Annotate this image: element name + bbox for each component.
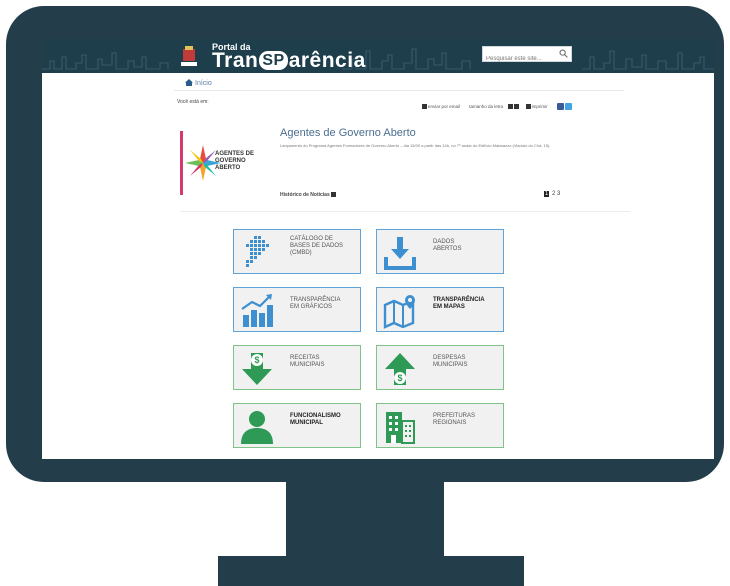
monitor-frame: Portal da TranSParência Início Você está… [6,6,724,482]
sp-badge: SP [259,51,288,70]
tile-label: RECEITAS MUNICIPAIS [290,355,325,368]
page-2[interactable]: 2 [552,191,555,197]
tile-label: DESPESAS MUNICIPAIS [433,355,468,368]
email-link[interactable]: enviar por email [422,104,464,109]
breadcrumb-home[interactable]: Início [185,79,212,87]
tile-transparencia-graficos[interactable]: TRANSPARÊNCIA EM GRÁFICOS [233,287,361,332]
tile-catalogo-bases[interactable]: CATÁLOGO DE BASES DE DADOS (CMBD) [233,229,361,274]
tile-label: CATÁLOGO DE BASES DE DADOS (CMBD) [290,236,344,256]
print-icon [525,104,531,109]
news-pagination: 1 2 3 [544,191,560,197]
tile-transparencia-mapas[interactable]: TRANSPARÊNCIA EM MAPAS [376,287,504,332]
map-dots-icon [246,236,269,267]
browser-screen: Portal da TranSParência Início Você está… [42,39,714,459]
page-3[interactable]: 3 [557,191,560,197]
plus-icon [331,192,337,197]
print-link[interactable]: imprimir [525,104,552,109]
site-header: Portal da Tran SP arência [42,39,714,73]
tile-despesas-municipais[interactable]: $ DESPESAS MUNICIPAIS [376,345,504,390]
page-tools: enviar por email tamanho da letra imprim… [422,103,573,110]
divider [180,211,630,212]
skyline-background [42,48,714,70]
tile-label: DADOS ABERTOS [433,239,462,252]
you-are-here: Você está em: [177,99,209,105]
font-size-control[interactable]: tamanho da letra [469,104,520,109]
page-1[interactable]: 1 [544,191,550,197]
tile-label: TRANSPARÊNCIA EM GRÁFICOS [290,297,341,310]
news-history-link[interactable]: Histórico de Notícias [280,192,337,198]
portal-logo[interactable]: Tran SP arência [212,49,366,73]
person-icon [241,411,273,444]
divider [174,90,624,91]
tile-prefeituras-regionais[interactable]: PREFEITURAS REGIONAIS [376,403,504,448]
font-increase-icon[interactable] [508,104,514,109]
folded-map-icon [383,295,415,329]
agentes-logo-text: AGENTES DE GOVERNO ABERTO [215,151,255,171]
tile-dados-abertos[interactable]: DADOS ABERTOS [376,229,504,274]
expense-icon: $ [385,353,415,385]
mail-icon [422,104,427,109]
search-icon[interactable] [559,49,568,58]
news-description: Lançamento do Programa Agentes Formadore… [280,143,551,148]
bar-chart-icon [241,294,273,327]
svg-text:$: $ [397,373,402,383]
svg-text:$: $ [254,355,259,365]
tile-label: TRANSPARÊNCIA EM MAPAS [433,297,485,310]
city-seal-icon [181,46,197,66]
revenue-icon: $ [242,353,272,385]
font-decrease-icon[interactable] [514,104,520,109]
tile-label: PREFEITURAS REGIONAIS [433,413,476,426]
facebook-icon[interactable] [556,103,564,110]
search-box [482,46,572,66]
home-icon [185,79,193,86]
building-icon [386,412,415,444]
search-input[interactable] [483,52,559,66]
news-title[interactable]: Agentes de Governo Aberto [280,127,416,139]
tile-funcionalismo-municipal[interactable]: FUNCIONALISMO MUNICIPAL [233,403,361,448]
tile-label: FUNCIONALISMO MUNICIPAL [290,413,341,426]
tile-receitas-municipais[interactable]: $ RECEITAS MUNICIPAIS [233,345,361,390]
monitor-stand-neck [286,480,444,560]
news-image[interactable]: AGENTES DE GOVERNO ABERTO [180,131,263,195]
download-icon [384,237,416,270]
twitter-icon[interactable] [564,103,572,110]
monitor-stand-base [218,556,524,586]
